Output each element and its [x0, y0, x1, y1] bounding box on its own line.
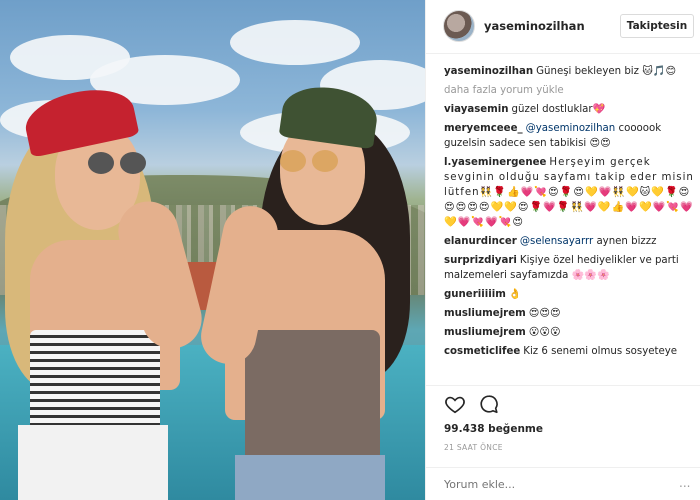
comment-username[interactable]: musliumejrem — [444, 327, 526, 338]
comment-item: viayasemin güzel dostluklar💖 — [444, 102, 694, 117]
post-author-username[interactable]: yaseminozilhan — [484, 19, 585, 33]
comment-username[interactable]: surprizdiyari — [444, 255, 517, 266]
comment-item: meryemceee_ @yaseminozilhan coooook guzel… — [444, 121, 694, 151]
add-comment-bar: ... — [426, 467, 700, 500]
heart-icon[interactable] — [444, 393, 466, 415]
comment-text: güzel dostluklar💖 — [511, 104, 606, 115]
comment-item: guneriiiiim 👌 — [444, 287, 694, 302]
following-button[interactable]: Takiptesin — [620, 14, 694, 38]
caption-username[interactable]: yaseminozilhan — [444, 66, 533, 77]
denim-shorts — [235, 455, 385, 500]
sunglasses-lens — [120, 152, 146, 174]
comment-text: aynen bizzz — [596, 236, 657, 247]
comment-text: 😍😍😍 — [528, 308, 561, 319]
comment-username[interactable]: guneriiiiim — [444, 289, 506, 300]
comment-item: surprizdiyari Kişiye özel hediyelikler ve… — [444, 253, 694, 283]
cloud — [230, 20, 360, 65]
brown-top — [245, 330, 380, 460]
comment-username[interactable]: musliumejrem — [444, 308, 526, 319]
sunglasses-lens — [88, 152, 114, 174]
post-photo[interactable] — [0, 0, 425, 500]
more-options-icon[interactable]: ... — [679, 476, 690, 490]
caption: yaseminozilhan Güneşi bekleyen biz 🐱🎵😊 — [444, 64, 694, 79]
comment-item: musliumejrem 😍😍😍 — [444, 306, 694, 321]
comment-username[interactable]: meryemceee_ — [444, 123, 523, 134]
white-shorts — [18, 425, 168, 500]
post-side-panel: yaseminozilhan Takiptesin yaseminozilhan… — [425, 0, 700, 500]
comment-item: elanurdincer @selensayarrr aynen bizzz — [444, 234, 694, 249]
post-header: yaseminozilhan Takiptesin — [426, 0, 700, 54]
comment-text: 😮😮😮 — [528, 327, 561, 338]
comment-username[interactable]: cosmeticlifee — [444, 346, 520, 357]
comment-username[interactable]: l.yaseminergenee — [444, 157, 546, 168]
comment-bubble-icon[interactable] — [478, 393, 500, 415]
striped-top — [30, 330, 160, 430]
likes-count[interactable]: 99.438 beğenme — [444, 423, 543, 435]
comment-username[interactable]: elanurdincer — [444, 236, 517, 247]
comment-username[interactable]: viayasemin — [444, 104, 509, 115]
avatar[interactable] — [443, 10, 475, 42]
caption-text: Güneşi bekleyen biz 🐱🎵😊 — [536, 66, 677, 77]
comment-mention[interactable]: @yaseminozilhan — [526, 123, 616, 134]
comment-text: 👌 — [508, 289, 522, 300]
comment-item: l.yaseminergenee Herşeyim gerçek sevginin… — [444, 155, 694, 230]
comment-mention[interactable]: @selensayarrr — [520, 236, 593, 247]
comment-item: cosmeticlifee Kiz 6 senemi olmus sosyetey… — [444, 344, 694, 359]
sunglasses-lens — [312, 150, 338, 172]
post-actions: 99.438 beğenme 21 SAAT ÖNCE — [426, 385, 700, 475]
post-timestamp: 21 SAAT ÖNCE — [444, 443, 503, 452]
sunglasses-lens — [280, 150, 306, 172]
comment-input[interactable] — [444, 475, 674, 493]
load-more-comments-link[interactable]: daha fazla yorum yükle — [444, 83, 694, 98]
comment-text: Kiz 6 senemi olmus sosyeteye — [523, 346, 678, 357]
comment-item: musliumejrem 😮😮😮 — [444, 325, 694, 340]
comments-list: yaseminozilhan Güneşi bekleyen biz 🐱🎵😊 da… — [444, 64, 694, 384]
